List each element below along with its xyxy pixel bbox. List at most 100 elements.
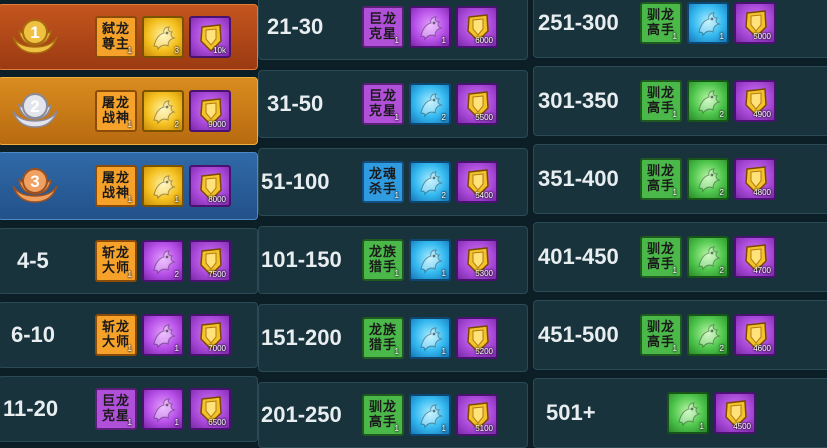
- rank-reward-row: 1 弑龙 尊主 1 3 10k: [0, 4, 258, 70]
- medal-reward-item[interactable]: 8000: [189, 165, 231, 207]
- reward-items: 龙族 猎手 1 1 5200: [362, 317, 498, 359]
- dragon-reward-item[interactable]: 2: [687, 80, 729, 122]
- reward-count: 1: [174, 344, 179, 353]
- reward-count: 4900: [753, 110, 771, 119]
- title-reward-item[interactable]: 驯龙 高手 1: [640, 80, 682, 122]
- dragon-reward-item[interactable]: 2: [409, 161, 451, 203]
- reward-items: 龙族 猎手 1 1 5300: [362, 239, 498, 281]
- title-reward-item[interactable]: 屠龙 战神 1: [95, 90, 137, 132]
- title-reward-item[interactable]: 驯龙 高手 1: [640, 158, 682, 200]
- title-reward-item[interactable]: 龙族 猎手 1: [362, 239, 404, 281]
- reward-count: 1: [672, 110, 677, 119]
- dragon-reward-item[interactable]: 1: [409, 239, 451, 281]
- rank-range-label: 501+: [546, 400, 596, 425]
- rank-range-label: 4-5: [17, 248, 49, 273]
- rank-range-label: 101-150: [261, 247, 342, 272]
- medal-reward-item[interactable]: 4700: [734, 236, 776, 278]
- dragon-reward-item[interactable]: 2: [687, 158, 729, 200]
- reward-count: 4700: [753, 266, 771, 275]
- medal-reward-item[interactable]: 7000: [189, 314, 231, 356]
- reward-count: 5000: [753, 32, 771, 41]
- rank-range-label: 451-500: [538, 322, 619, 347]
- reward-items: 弑龙 尊主 1 3 10k: [95, 16, 231, 58]
- dragon-reward-item[interactable]: 2: [142, 90, 184, 132]
- rank-reward-row: 21-30 巨龙 克星 1 1 6000: [258, 0, 528, 60]
- reward-count: 5400: [475, 191, 493, 200]
- medal-reward-item[interactable]: 5300: [456, 239, 498, 281]
- reward-count: 9000: [208, 120, 226, 129]
- rank-range-label: 201-250: [261, 402, 342, 427]
- rank-range-label: 251-300: [538, 10, 619, 35]
- medal-reward-item[interactable]: 6500: [189, 388, 231, 430]
- medal-reward-item[interactable]: 5000: [734, 2, 776, 44]
- rank-range-label: 351-400: [538, 166, 619, 191]
- reward-count: 1: [174, 418, 179, 427]
- title-reward-item[interactable]: 驯龙 高手 1: [640, 2, 682, 44]
- medal-reward-item[interactable]: 6000: [456, 6, 498, 48]
- reward-count: 1: [672, 32, 677, 41]
- medal-reward-item[interactable]: 7500: [189, 240, 231, 282]
- silver-rank-medal-icon: 2: [9, 91, 61, 131]
- title-reward-item[interactable]: 驯龙 高手 1: [362, 394, 404, 436]
- bronze-rank-medal-icon: 3: [9, 166, 61, 206]
- title-reward-item[interactable]: 斩龙 大师 1: [95, 314, 137, 356]
- reward-count: 1: [672, 344, 677, 353]
- rank-medal-number: 2: [30, 97, 40, 116]
- title-reward-item[interactable]: 斩龙 大师 1: [95, 240, 137, 282]
- medal-reward-item[interactable]: 5100: [456, 394, 498, 436]
- reward-count: 1: [127, 270, 132, 279]
- dragon-reward-item[interactable]: 1: [142, 388, 184, 430]
- reward-count: 1: [394, 191, 399, 200]
- reward-items: 巨龙 克星 1 1 6500: [95, 388, 231, 430]
- medal-reward-item[interactable]: 5200: [456, 317, 498, 359]
- rank-reward-row: 201-250 驯龙 高手 1 1 5100: [258, 382, 528, 448]
- reward-count: 7000: [208, 344, 226, 353]
- reward-count: 1: [441, 36, 446, 45]
- rank-reward-row: 301-350 驯龙 高手 1 2 4900: [533, 66, 827, 136]
- dragon-reward-item[interactable]: 1: [142, 314, 184, 356]
- title-reward-item[interactable]: 龙魂 杀手 1: [362, 161, 404, 203]
- reward-count: 1: [394, 347, 399, 356]
- rank-range-label: 301-350: [538, 88, 619, 113]
- medal-reward-item[interactable]: 10k: [189, 16, 231, 58]
- dragon-reward-item[interactable]: 1: [142, 165, 184, 207]
- reward-items: 驯龙 高手 1 2 4700: [640, 236, 776, 278]
- title-reward-item[interactable]: 巨龙 克星 1: [362, 83, 404, 125]
- title-reward-item[interactable]: 巨龙 克星 1: [95, 388, 137, 430]
- dragon-reward-item[interactable]: 1: [687, 2, 729, 44]
- dragon-reward-item[interactable]: 2: [409, 83, 451, 125]
- dragon-reward-item[interactable]: 1: [409, 317, 451, 359]
- dragon-reward-item[interactable]: 2: [687, 236, 729, 278]
- reward-count: 5200: [475, 347, 493, 356]
- reward-count: 2: [441, 191, 446, 200]
- reward-items: 驯龙 高手 1 2 4800: [640, 158, 776, 200]
- dragon-reward-item[interactable]: 1: [409, 394, 451, 436]
- dragon-reward-item[interactable]: 2: [142, 240, 184, 282]
- medal-reward-item[interactable]: 4500: [714, 392, 756, 434]
- dragon-reward-item[interactable]: 1: [667, 392, 709, 434]
- medal-reward-item[interactable]: 4800: [734, 158, 776, 200]
- reward-count: 1: [394, 424, 399, 433]
- title-reward-item[interactable]: 驯龙 高手 1: [640, 236, 682, 278]
- title-reward-item[interactable]: 巨龙 克星 1: [362, 6, 404, 48]
- reward-count: 1: [719, 32, 724, 41]
- reward-count: 4500: [733, 422, 751, 431]
- dragon-reward-item[interactable]: 1: [409, 6, 451, 48]
- title-reward-item[interactable]: 弑龙 尊主 1: [95, 16, 137, 58]
- medal-reward-item[interactable]: 4900: [734, 80, 776, 122]
- reward-items: 驯龙 高手 1 1 5100: [362, 394, 498, 436]
- reward-count: 4800: [753, 188, 771, 197]
- rank-range-label: 151-200: [261, 325, 342, 350]
- medal-reward-item[interactable]: 5500: [456, 83, 498, 125]
- medal-reward-item[interactable]: 9000: [189, 90, 231, 132]
- dragon-reward-item[interactable]: 3: [142, 16, 184, 58]
- medal-reward-item[interactable]: 4600: [734, 314, 776, 356]
- title-reward-item[interactable]: 驯龙 高手 1: [640, 314, 682, 356]
- title-reward-item[interactable]: 屠龙 战神 1: [95, 165, 137, 207]
- title-reward-item[interactable]: 龙族 猎手 1: [362, 317, 404, 359]
- reward-count: 6000: [475, 36, 493, 45]
- rank-medal-number: 3: [30, 172, 40, 191]
- medal-reward-item[interactable]: 5400: [456, 161, 498, 203]
- dragon-reward-item[interactable]: 2: [687, 314, 729, 356]
- reward-count: 2: [719, 266, 724, 275]
